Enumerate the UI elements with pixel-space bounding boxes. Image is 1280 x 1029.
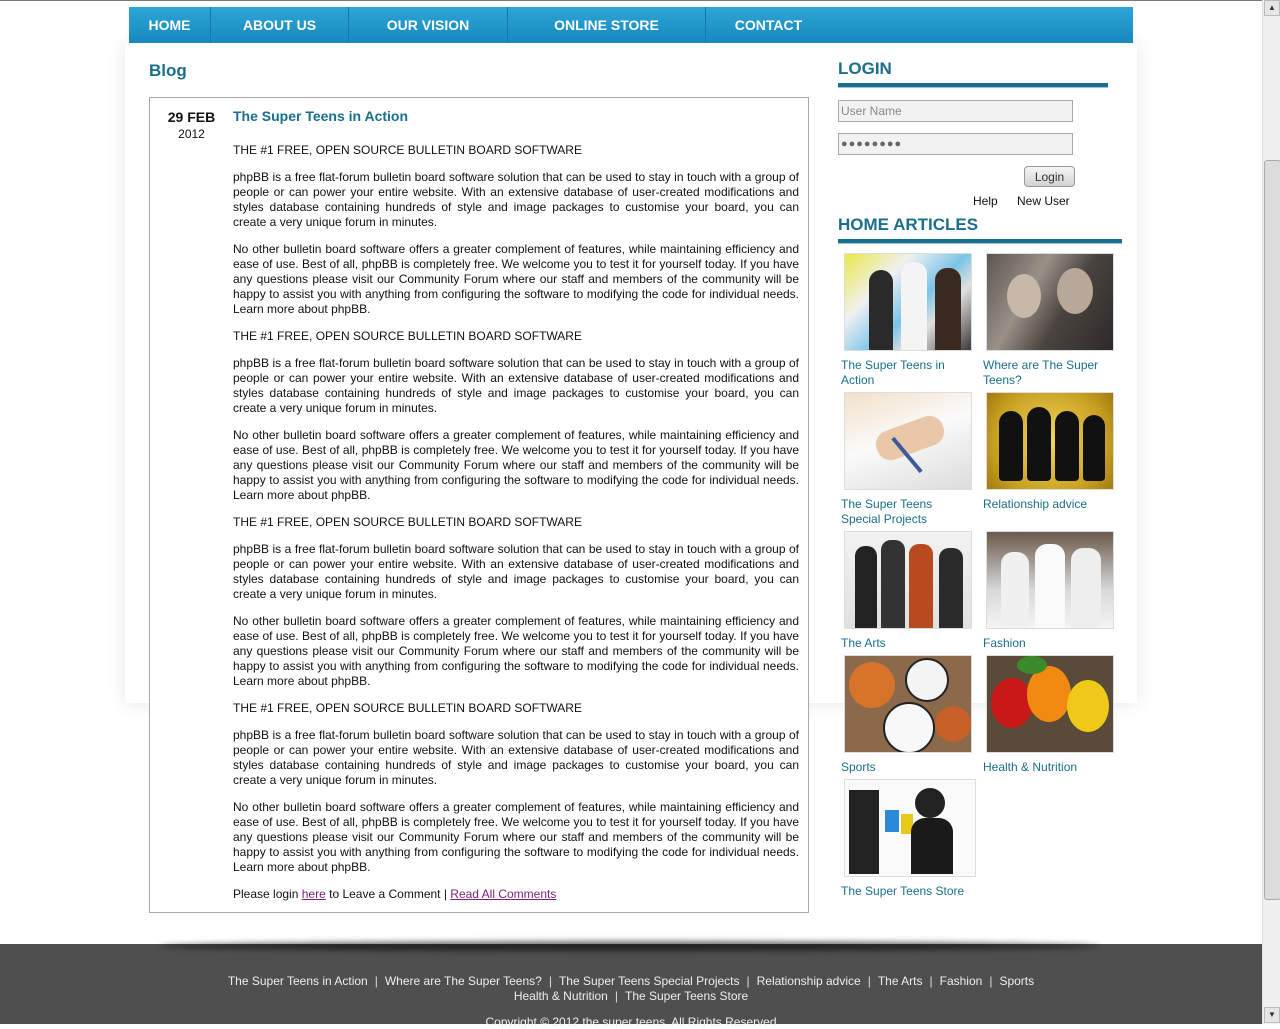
footer-separator: |	[374, 974, 378, 988]
article-link[interactable]: The Arts	[841, 636, 974, 651]
post-paragraph: THE #1 FREE, OPEN SOURCE BULLETIN BOARD …	[233, 143, 582, 157]
footer-link[interactable]: The Super Teens in Action	[228, 974, 368, 988]
post-title[interactable]: The Super Teens in Action	[233, 108, 408, 124]
article-card: The Super Teens Special Projects	[841, 392, 974, 527]
nav-our-vision[interactable]: OUR VISION	[349, 7, 508, 43]
page-top-border	[0, 0, 1262, 1]
footer-link[interactable]: Where are The Super Teens?	[385, 974, 542, 988]
login-heading: LOGIN	[838, 59, 892, 78]
blog-post: 29 FEB 2012 The Super Teens in Action TH…	[149, 97, 809, 913]
footer-shadow	[160, 941, 1100, 951]
post-paragraph: phpBB is a free flat-forum bulletin boar…	[233, 542, 799, 601]
nav-about-us[interactable]: ABOUT US	[211, 7, 349, 43]
post-footer: Please login here to Leave a Comment | R…	[233, 887, 556, 901]
footer-link[interactable]: The Super Teens Store	[625, 989, 748, 1003]
post-paragraph: No other bulletin board software offers …	[233, 428, 799, 502]
nav-home[interactable]: HOME	[129, 7, 211, 43]
article-link[interactable]: Health & Nutrition	[983, 760, 1116, 775]
read-all-comments-link[interactable]: Read All Comments	[450, 887, 556, 901]
scroll-down-arrow-icon[interactable]: ▼	[1264, 1007, 1280, 1023]
login-button[interactable]: Login	[1024, 166, 1075, 187]
vegetables-photo-icon[interactable]	[986, 655, 1114, 753]
article-card: Sports	[841, 655, 974, 775]
page-scrollbar[interactable]: ▲ ▼	[1262, 0, 1280, 1024]
post-date: 29 FEB 2012	[150, 109, 233, 141]
blog-heading: Blog	[149, 61, 187, 80]
article-card: Where are The Super Teens?	[983, 253, 1116, 388]
post-paragraph: phpBB is a free flat-forum bulletin boar…	[233, 356, 799, 415]
article-link[interactable]: The Super Teens Special Projects	[841, 497, 974, 527]
home-articles-divider	[838, 239, 1122, 244]
article-link[interactable]: Where are The Super Teens?	[983, 358, 1116, 388]
post-paragraph: phpBB is a free flat-forum bulletin boar…	[233, 170, 799, 229]
footer-separator: |	[929, 974, 933, 988]
paper-chain-people-photo-icon[interactable]	[986, 392, 1114, 490]
scroll-up-arrow-icon[interactable]: ▲	[1264, 0, 1280, 16]
footer-link[interactable]: Sports	[999, 974, 1034, 988]
post-paragraph: No other bulletin board software offers …	[233, 242, 799, 316]
footer-link[interactable]: The Arts	[878, 974, 923, 988]
online-shopping-photo-icon[interactable]	[844, 779, 976, 877]
site-footer: The Super Teens in Action | Where are The …	[0, 941, 1262, 1029]
writing-hand-photo-icon[interactable]	[844, 392, 972, 490]
fashion-group-photo-icon[interactable]	[986, 531, 1114, 629]
new-user-link[interactable]: New User	[1017, 194, 1070, 208]
sports-balls-photo-icon[interactable]	[844, 655, 972, 753]
article-link[interactable]: The Super Teens in Action	[841, 358, 974, 388]
footer-separator: |	[746, 974, 750, 988]
footer-link[interactable]: Relationship advice	[757, 974, 861, 988]
help-link[interactable]: Help	[973, 194, 998, 208]
post-body: THE #1 FREE, OPEN SOURCE BULLETIN BOARD …	[233, 143, 799, 887]
girls-portrait-photo-icon[interactable]	[986, 253, 1114, 351]
post-footer-prefix: Please login	[233, 887, 299, 901]
nav-contact[interactable]: CONTACT	[706, 7, 831, 43]
post-paragraph: phpBB is a free flat-forum bulletin boar…	[233, 728, 799, 787]
article-card: Fashion	[983, 531, 1116, 651]
post-date-day: 29 FEB	[167, 109, 216, 125]
username-input[interactable]: User Name	[838, 100, 1073, 122]
footer-link[interactable]: Health & Nutrition	[514, 989, 608, 1003]
footer-links: The Super Teens in Action | Where are The …	[0, 974, 1262, 1004]
article-card: The Arts	[841, 531, 974, 651]
post-paragraph: THE #1 FREE, OPEN SOURCE BULLETIN BOARD …	[233, 515, 582, 529]
post-date-year: 2012	[178, 127, 205, 141]
login-divider	[838, 83, 1108, 88]
post-paragraph: No other bulletin board software offers …	[233, 800, 799, 874]
footer-separator: |	[989, 974, 993, 988]
article-card: Relationship advice	[983, 392, 1116, 512]
footer-link[interactable]: Fashion	[940, 974, 983, 988]
scroll-thumb[interactable]	[1264, 160, 1280, 900]
post-paragraph: THE #1 FREE, OPEN SOURCE BULLETIN BOARD …	[233, 701, 582, 715]
footer-separator: |	[614, 989, 618, 1003]
nav-online-store[interactable]: ONLINE STORE	[508, 7, 706, 43]
article-card: The Super Teens in Action	[841, 253, 974, 388]
article-card: Health & Nutrition	[983, 655, 1116, 775]
post-paragraph: No other bulletin board software offers …	[233, 614, 799, 688]
footer-separator: |	[867, 974, 871, 988]
footer-link[interactable]: The Super Teens Special Projects	[559, 974, 740, 988]
post-footer-middle: to Leave a Comment |	[329, 887, 447, 901]
article-link[interactable]: Relationship advice	[983, 497, 1116, 512]
post-paragraph: THE #1 FREE, OPEN SOURCE BULLETIN BOARD …	[233, 329, 582, 343]
login-here-link[interactable]: here	[302, 887, 326, 901]
password-input[interactable]: ●●●●●●●●	[838, 133, 1073, 155]
article-link[interactable]: The Super Teens Store	[841, 884, 974, 899]
footer-separator: |	[548, 974, 552, 988]
article-link[interactable]: Sports	[841, 760, 974, 775]
main-nav: HOME ABOUT US OUR VISION ONLINE STORE CO…	[129, 7, 1133, 43]
copyright-text: Copyright © 2012 the super teens. All Ri…	[485, 1015, 777, 1029]
password-dots: ●●●●●●●●	[841, 138, 903, 150]
article-card: The Super Teens Store	[841, 779, 976, 899]
teens-group-photo-icon[interactable]	[844, 253, 972, 351]
article-link[interactable]: Fashion	[983, 636, 1116, 651]
home-articles-heading: HOME ARTICLES	[838, 215, 979, 234]
music-band-photo-icon[interactable]	[844, 531, 972, 629]
